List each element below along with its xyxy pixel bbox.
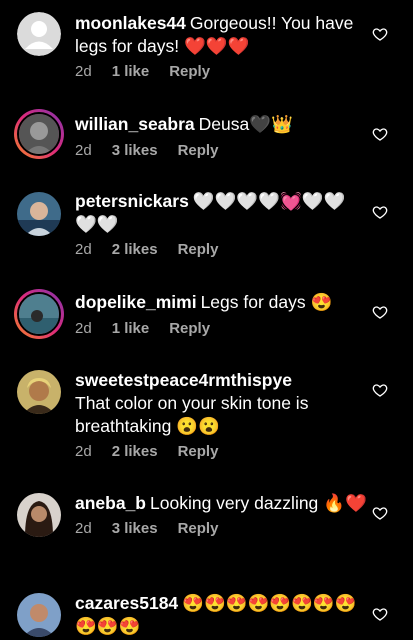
comment-text: moonlakes44 Gorgeous!! You have legs for … <box>75 12 367 58</box>
heart-outline-icon[interactable] <box>372 304 388 320</box>
comment-time: 2d <box>75 142 92 159</box>
comment-username[interactable]: moonlakes44 <box>75 13 186 33</box>
comment-time: 2d <box>75 320 92 337</box>
reply-button[interactable]: Reply <box>178 520 219 537</box>
comment-text: dopelike_mimi Legs for days 😍 <box>75 291 367 314</box>
comment-message: Deusa🖤👑 <box>198 114 293 134</box>
heart-outline-icon[interactable] <box>372 204 388 220</box>
comment-likes[interactable]: 1 like <box>112 63 150 80</box>
heart-outline-icon[interactable] <box>372 126 388 142</box>
avatar[interactable] <box>14 289 64 339</box>
heart-outline-icon[interactable] <box>372 606 388 622</box>
reply-button[interactable]: Reply <box>169 63 210 80</box>
comment-likes[interactable]: 2 likes <box>112 443 158 460</box>
comment-time: 2d <box>75 241 92 258</box>
comment-time: 2d <box>75 443 92 460</box>
comment-text: cazares5184 😍😍😍😍😍😍😍😍😍😍😍 <box>75 592 367 638</box>
comment-text: sweetestpeace4rmthispye That color on you… <box>75 369 367 438</box>
comment-message: That color on your skin tone is breathta… <box>75 393 309 436</box>
heart-outline-icon[interactable] <box>372 26 388 42</box>
comment-username[interactable]: dopelike_mimi <box>75 292 197 312</box>
comment-text: petersnickars 🤍🤍🤍🤍💓🤍🤍🤍🤍 <box>75 190 367 236</box>
comment-text: willian_seabra Deusa🖤👑 <box>75 113 367 136</box>
comments-list[interactable]: moonlakes44 Gorgeous!! You have legs for … <box>0 0 413 640</box>
avatar[interactable] <box>17 593 61 637</box>
comment-message: Legs for days 😍 <box>200 292 333 312</box>
comment-likes[interactable]: 1 like <box>112 320 150 337</box>
default-avatar-icon[interactable] <box>17 12 61 56</box>
comment-text: aneba_b Looking very dazzling 🔥❤️ <box>75 492 367 515</box>
avatar[interactable] <box>17 493 61 537</box>
heart-outline-icon[interactable] <box>372 505 388 521</box>
comment-time: 2d <box>75 520 92 537</box>
comment-likes[interactable]: 3 likes <box>112 520 158 537</box>
reply-button[interactable]: Reply <box>178 241 219 258</box>
comment-username[interactable]: willian_seabra <box>75 114 195 134</box>
avatar[interactable] <box>14 109 64 159</box>
comment-likes[interactable]: 3 likes <box>112 142 158 159</box>
comment-username[interactable]: sweetestpeace4rmthispye <box>75 370 292 390</box>
reply-button[interactable]: Reply <box>178 142 219 159</box>
comment-message: Looking very dazzling 🔥❤️ <box>150 493 367 513</box>
reply-button[interactable]: Reply <box>169 320 210 337</box>
comment-likes[interactable]: 2 likes <box>112 241 158 258</box>
reply-button[interactable]: Reply <box>178 443 219 460</box>
avatar[interactable] <box>17 192 61 236</box>
heart-outline-icon[interactable] <box>372 382 388 398</box>
comment-username[interactable]: aneba_b <box>75 493 146 513</box>
avatar[interactable] <box>17 370 61 414</box>
comment-time: 2d <box>75 63 92 80</box>
comment-username[interactable]: petersnickars <box>75 191 189 211</box>
comment-username[interactable]: cazares5184 <box>75 593 178 613</box>
